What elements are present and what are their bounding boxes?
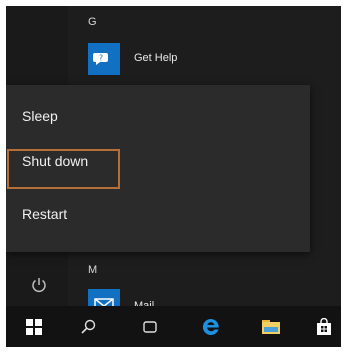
search-button[interactable]: [68, 306, 108, 347]
get-help-tile[interactable]: ?: [88, 43, 120, 75]
file-explorer-icon: [262, 319, 280, 334]
get-help-icon: ?: [93, 53, 108, 65]
windows-start-icon: [26, 318, 42, 335]
restart-menu-item[interactable]: Restart: [6, 195, 310, 233]
group-header-m[interactable]: M: [88, 264, 97, 276]
power-button[interactable]: [28, 274, 50, 296]
power-icon: [32, 278, 46, 293]
start-button[interactable]: [14, 306, 54, 347]
task-view-icon: [143, 320, 157, 333]
edge-button[interactable]: [191, 306, 231, 347]
shut-down-highlight: [7, 149, 120, 189]
edge-icon: [202, 318, 219, 335]
group-header-g[interactable]: G: [88, 16, 97, 28]
desktop-screen: G ? Get Help M Mail Sleep Shut down Rest…: [6, 6, 341, 347]
search-icon: [81, 319, 96, 334]
svg-text:?: ?: [99, 54, 103, 63]
sleep-menu-item[interactable]: Sleep: [6, 97, 310, 135]
sleep-label: Sleep: [22, 108, 58, 124]
store-button[interactable]: [304, 306, 341, 347]
get-help-label[interactable]: Get Help: [134, 52, 177, 64]
task-view-button[interactable]: [130, 306, 170, 347]
taskbar: [6, 306, 341, 347]
file-explorer-button[interactable]: [251, 306, 291, 347]
restart-label: Restart: [22, 206, 68, 222]
store-icon: [317, 317, 331, 335]
